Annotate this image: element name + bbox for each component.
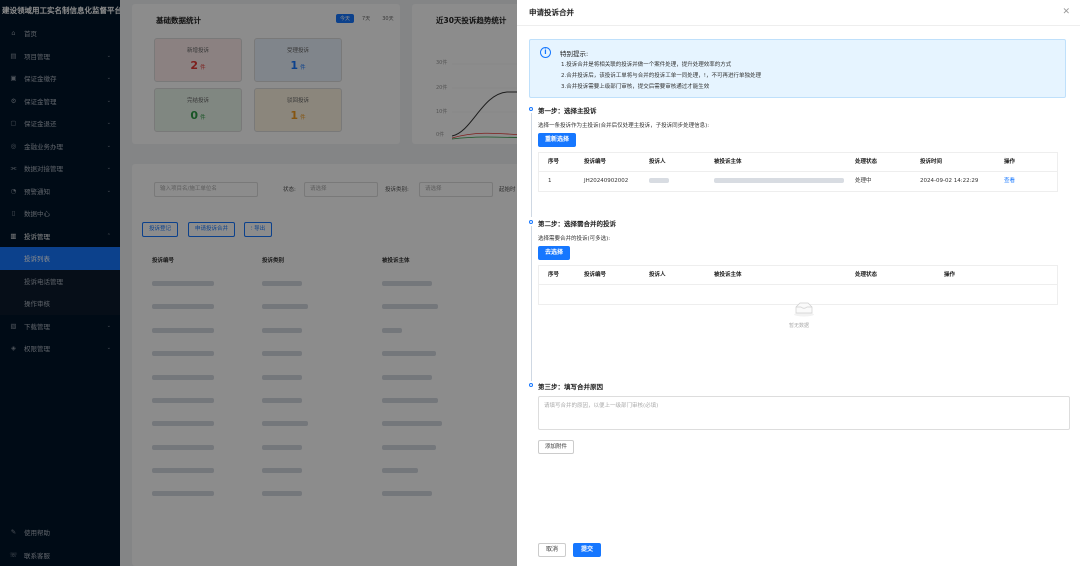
notice-line: 2.合并投诉后，该投诉工单将与合并的投诉工单一同处理，!，不可再进行单独处理 xyxy=(561,73,761,79)
table-header-row: 序号 投诉编号 投诉人 被投诉主体 处理状态 投诉时间 操作 xyxy=(539,153,1057,172)
step2-desc: 选择需要合并的投诉(可多选): xyxy=(538,236,611,242)
table-row: 1 JH20240902002 处理中 2024-09-02 14:22:29 … xyxy=(539,172,1057,191)
empty-text: 暂无数据 xyxy=(788,323,809,329)
empty-state: 暂无数据 xyxy=(539,285,1057,329)
step-connector xyxy=(530,113,532,217)
view-link[interactable]: 查看 xyxy=(1004,172,1015,191)
step2-title: 第二步：选择需合并的投诉 xyxy=(538,220,616,228)
redacted-complainant xyxy=(649,178,669,183)
merge-complaint-table: 序号 投诉编号 投诉人 被投诉主体 处理状态 操作 暂无数据 xyxy=(538,265,1058,329)
drawer-title: 申请投诉合并 xyxy=(529,8,574,17)
step-dot xyxy=(529,107,533,111)
table-header-row: 序号 投诉编号 投诉人 被投诉主体 处理状态 操作 xyxy=(539,266,1057,285)
notice-line: 1.投诉合并是将相关联的投诉并做一个案件处理，提升处理效率的方式 xyxy=(561,62,732,68)
cancel-button[interactable]: 取消 xyxy=(538,543,567,557)
select-button[interactable]: 去选择 xyxy=(538,246,571,260)
info-icon: i xyxy=(540,47,551,58)
add-attachment-button[interactable]: 添加附件 xyxy=(538,440,575,454)
step-connector xyxy=(530,226,532,381)
notice-title: 特别提示: xyxy=(560,50,589,58)
merge-reason-textarea[interactable]: 请填写合并的原因，以便上一级部门审核(必填) xyxy=(538,396,1070,430)
step1-desc: 选择一条投诉作为主投诉(合并后仅处理主投诉，子投诉同步处理信息): xyxy=(538,123,710,129)
redacted-respondent xyxy=(714,178,844,183)
reselect-button[interactable]: 重新选择 xyxy=(538,133,577,147)
notice-line: 3.合并投诉需要上级部门审核，提交后需要审核通过才能生效 xyxy=(561,84,710,90)
step3-title: 第三步：填写合并原因 xyxy=(538,383,603,391)
step1-title: 第一步：选择主投诉 xyxy=(538,107,597,115)
merge-drawer: 申请投诉合并 ✕ i 特别提示: 1.投诉合并是将相关联的投诉并做一个案件处理，… xyxy=(517,0,1080,566)
submit-button[interactable]: 提交 xyxy=(573,543,602,557)
notice-box: i 特别提示: 1.投诉合并是将相关联的投诉并做一个案件处理，提升处理效率的方式… xyxy=(529,39,1066,98)
main-complaint-table: 序号 投诉编号 投诉人 被投诉主体 处理状态 投诉时间 操作 1 JH20240… xyxy=(538,152,1058,192)
close-icon[interactable]: ✕ xyxy=(1062,7,1070,17)
step-dot xyxy=(529,220,533,224)
drawer-header: 申请投诉合并 ✕ xyxy=(517,0,1080,26)
empty-box-icon xyxy=(794,302,814,317)
step-dot xyxy=(529,383,533,387)
